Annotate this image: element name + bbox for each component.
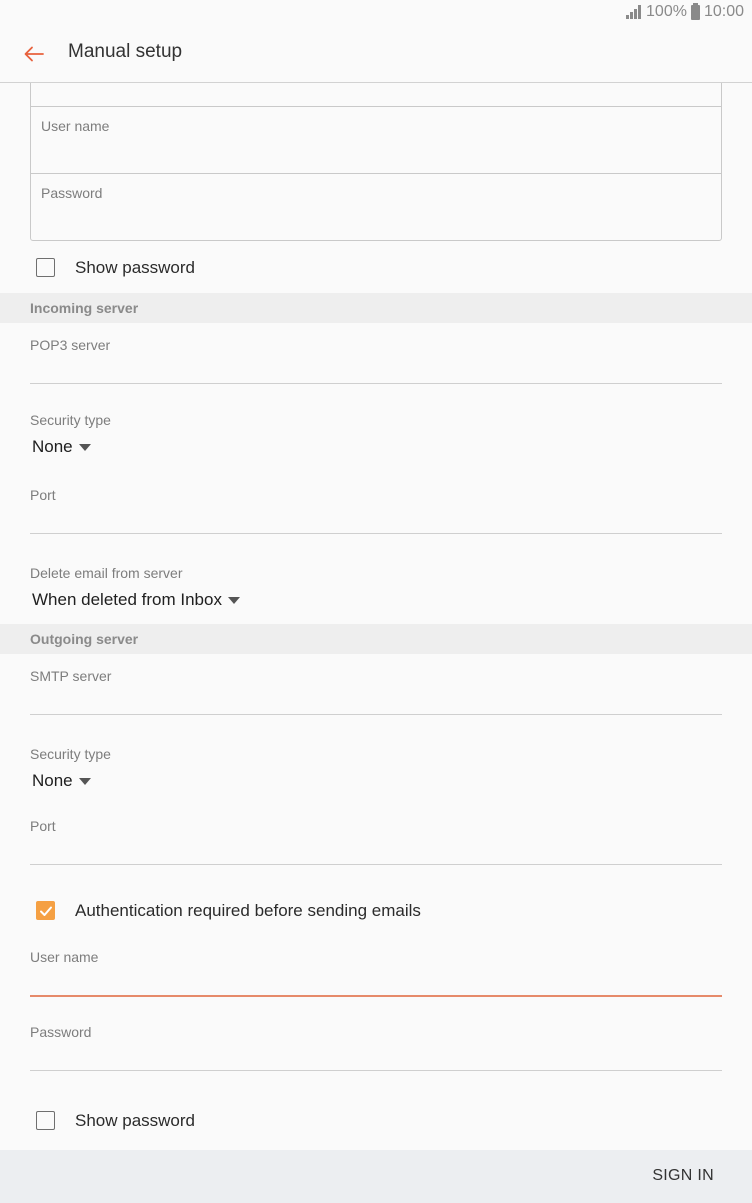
smtp-server-underline: [30, 714, 722, 715]
arrow-left-icon: [24, 46, 44, 62]
auth-required-label[interactable]: Authentication required before sending e…: [75, 901, 421, 921]
clock: 10:00: [703, 3, 744, 20]
pop3-server-underline: [30, 383, 722, 384]
status-bar: 100% 10:00: [0, 0, 752, 24]
caret-down-icon: [78, 777, 91, 785]
delete-email-dropdown[interactable]: When deleted from Inbox: [32, 590, 240, 610]
outgoing-username-label: User name: [30, 949, 99, 965]
incoming-security-value: None: [32, 437, 73, 456]
outgoing-port-input[interactable]: [30, 836, 722, 864]
incoming-port-label: Port: [30, 487, 56, 503]
outgoing-username-input[interactable]: [30, 967, 722, 995]
smtp-server-label: SMTP server: [30, 668, 112, 684]
outgoing-show-password-checkbox[interactable]: [36, 1111, 55, 1130]
outgoing-security-label: Security type: [30, 746, 111, 762]
outgoing-username-underline: [30, 995, 722, 997]
bottom-bar: SIGN IN: [0, 1150, 752, 1203]
incoming-server-title: Incoming server: [30, 300, 139, 316]
caret-down-icon: [78, 443, 91, 451]
outgoing-server-header: Outgoing server: [0, 624, 752, 654]
username-label: User name: [41, 118, 110, 134]
signal-icon: [626, 5, 642, 19]
sign-in-button[interactable]: SIGN IN: [652, 1167, 714, 1185]
delete-email-value: When deleted from Inbox: [32, 590, 222, 609]
incoming-port-underline: [30, 533, 722, 534]
outgoing-password-underline: [30, 1070, 722, 1071]
caret-down-icon: [227, 596, 240, 604]
battery-percent: 100%: [646, 3, 687, 20]
outgoing-security-dropdown[interactable]: None: [32, 771, 91, 791]
outgoing-port-label: Port: [30, 818, 56, 834]
outgoing-password-label: Password: [30, 1024, 92, 1040]
outgoing-password-input[interactable]: [30, 1042, 722, 1070]
password-label: Password: [41, 185, 103, 201]
outgoing-server-title: Outgoing server: [30, 631, 139, 647]
incoming-server-header: Incoming server: [0, 293, 752, 323]
app-bar: Manual setup: [0, 24, 752, 83]
pop3-server-input[interactable]: [30, 355, 722, 383]
outgoing-show-password-label[interactable]: Show password: [75, 1111, 195, 1131]
back-button[interactable]: [20, 40, 48, 68]
password-field[interactable]: Password: [30, 173, 722, 241]
outgoing-security-value: None: [32, 771, 73, 790]
show-password-label[interactable]: Show password: [75, 258, 195, 278]
incoming-port-input[interactable]: [30, 505, 722, 533]
page-title: Manual setup: [68, 41, 183, 62]
check-icon: [39, 906, 52, 916]
incoming-security-label: Security type: [30, 412, 111, 428]
auth-required-checkbox[interactable]: [36, 901, 55, 920]
pop3-server-label: POP3 server: [30, 337, 111, 353]
show-password-checkbox[interactable]: [36, 258, 55, 277]
username-field[interactable]: User name: [30, 106, 722, 174]
status-indicators: 100% 10:00: [626, 2, 744, 21]
email-field-partial[interactable]: [30, 83, 722, 107]
outgoing-port-underline: [30, 864, 722, 865]
delete-email-label: Delete email from server: [30, 565, 183, 581]
battery-icon: [690, 2, 700, 20]
incoming-security-dropdown[interactable]: None: [32, 437, 91, 457]
smtp-server-input[interactable]: [30, 686, 722, 714]
